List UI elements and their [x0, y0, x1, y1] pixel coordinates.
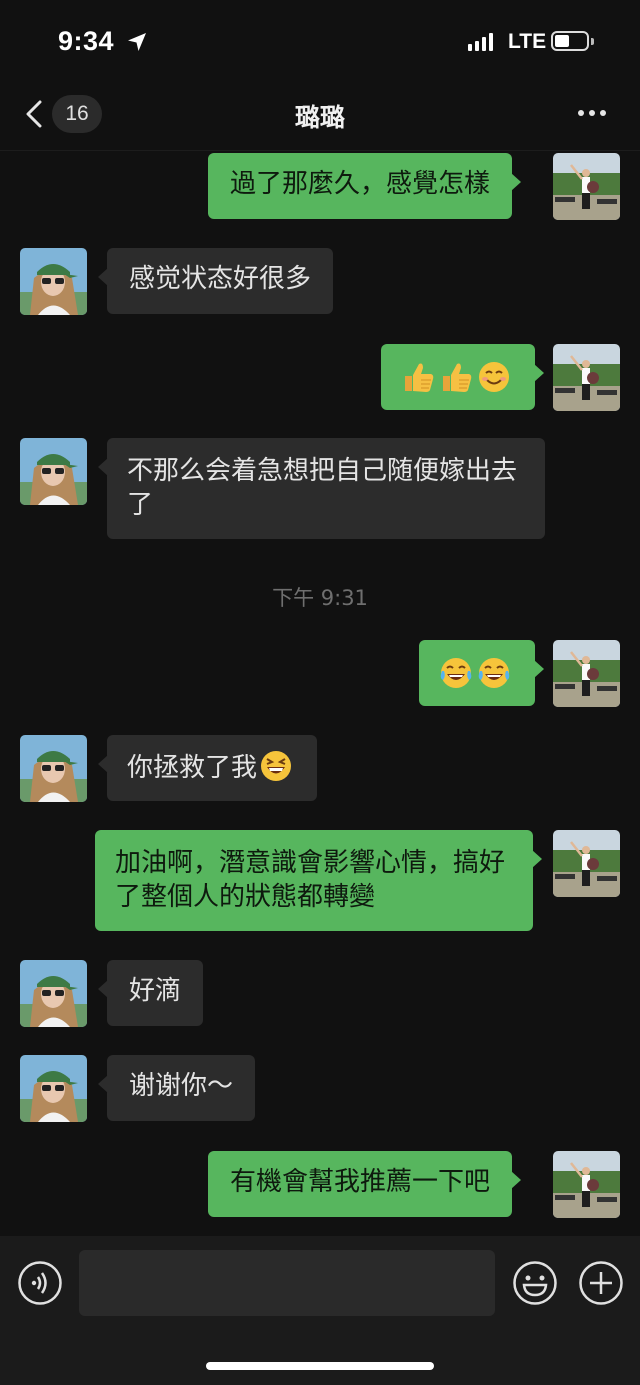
voice-input-icon[interactable] — [17, 1260, 63, 1306]
message-bubble-sent[interactable]: 有機會幫我推薦一下吧 — [208, 1151, 522, 1217]
grinning-squint-emoji — [259, 749, 293, 783]
message-bubble-received[interactable]: 谢谢你～ — [97, 1055, 256, 1121]
message-text: 有機會幫我推薦一下吧 — [230, 1167, 491, 1197]
thumbs-up-emoji — [439, 360, 473, 394]
message-bubble-received[interactable]: 你拯救了我 — [97, 735, 318, 801]
network-type: LTE — [508, 30, 547, 53]
message-timestamp: 下午 9:31 — [272, 586, 368, 610]
message-text: 感觉状态好很多 — [129, 264, 312, 294]
thumbs-up-emoji — [401, 360, 435, 394]
tears-of-joy-emoji — [439, 656, 473, 690]
contact-avatar[interactable] — [20, 438, 87, 505]
message-bubble-received[interactable]: 感觉状态好很多 — [97, 248, 334, 314]
my-avatar[interactable] — [553, 1151, 620, 1218]
battery-tip — [591, 38, 594, 45]
signal-bars-icon — [468, 33, 493, 51]
message-text: 谢谢你～ — [129, 1071, 234, 1101]
my-avatar[interactable] — [553, 344, 620, 411]
battery-icon — [551, 31, 589, 51]
message-text: 你拯救了我 — [127, 753, 258, 783]
tears-of-joy-emoji — [477, 656, 511, 690]
chat-title: 璐璐 — [294, 103, 345, 132]
smiling-face-emoji — [477, 360, 511, 394]
message-text: 好滴 — [129, 976, 182, 1006]
contact-avatar[interactable] — [20, 1055, 87, 1122]
message-bubble-received[interactable]: 不那么会着急想把自己随便嫁出去了 — [98, 438, 545, 539]
location-arrow-icon — [128, 33, 146, 51]
message-text: 過了那麼久，感覺怎樣 — [230, 169, 491, 199]
message-text: 不那么会着急想把自己随便嫁出去了 — [127, 456, 518, 520]
emoji-picker-icon[interactable] — [512, 1260, 558, 1306]
chat-header: 16 璐璐 — [0, 86, 640, 151]
status-time: 9:34 — [58, 26, 115, 56]
more-options-icon[interactable] — [578, 110, 606, 116]
my-avatar[interactable] — [553, 830, 620, 897]
my-avatar[interactable] — [553, 640, 620, 707]
message-text: 加油啊，潛意識會影響心情，搞好了整個人的狀態都轉變 — [115, 848, 506, 912]
my-avatar[interactable] — [553, 153, 620, 220]
message-bubble-sent[interactable] — [381, 344, 544, 410]
add-attachment-icon[interactable] — [578, 1260, 624, 1306]
message-bubble-sent[interactable]: 過了那麼久，感覺怎樣 — [208, 153, 522, 219]
message-bubble-sent[interactable] — [419, 640, 544, 706]
message-bubble-sent[interactable]: 加油啊，潛意識會影響心情，搞好了整個人的狀態都轉變 — [95, 830, 542, 931]
home-indicator[interactable] — [206, 1362, 434, 1370]
message-bubble-received[interactable]: 好滴 — [97, 960, 204, 1026]
contact-avatar[interactable] — [20, 960, 87, 1027]
message-text-input[interactable] — [79, 1250, 495, 1316]
contact-avatar[interactable] — [20, 248, 87, 315]
status-bar: 9:34 LTE — [0, 0, 640, 86]
contact-avatar[interactable] — [20, 735, 87, 802]
